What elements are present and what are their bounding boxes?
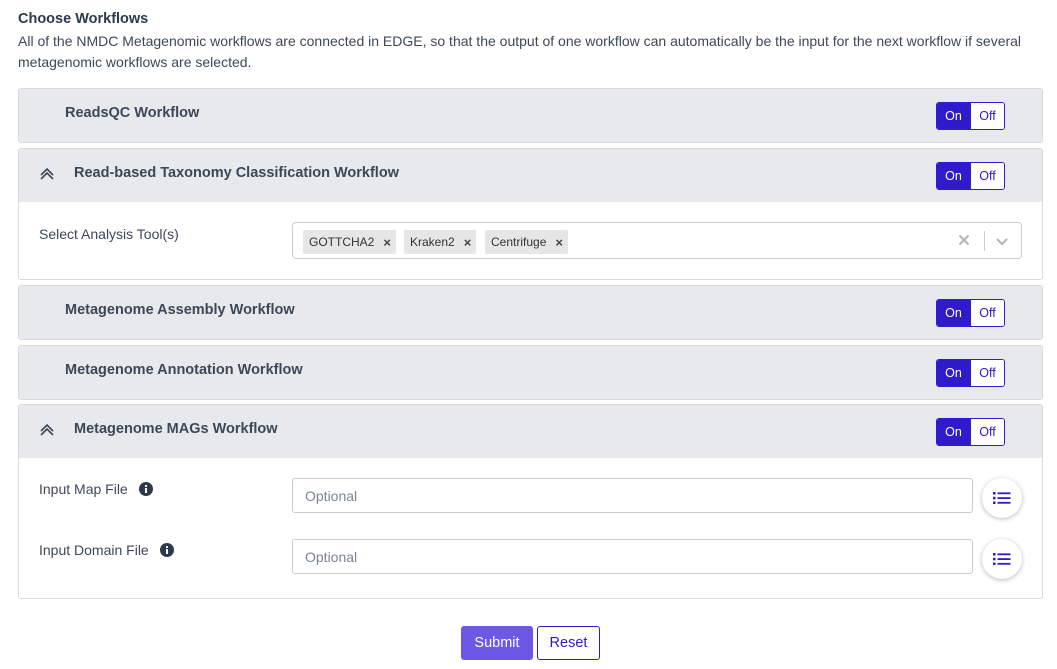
mags-title: Metagenome MAGs Workflow xyxy=(74,421,278,437)
annotation-on-button[interactable]: On xyxy=(937,360,970,386)
readsqc-title: ReadsQC Workflow xyxy=(65,105,200,121)
input-map-file-field[interactable] xyxy=(292,478,973,513)
remove-chip-icon[interactable]: × xyxy=(550,235,568,250)
assembly-header[interactable]: Metagenome Assembly Workflow On Off xyxy=(19,286,1042,339)
remove-chip-icon[interactable]: × xyxy=(378,235,396,250)
tool-chip-gottcha2: GOTTCHA2 × xyxy=(303,230,396,254)
reset-button[interactable]: Reset xyxy=(537,626,600,660)
readsqc-header[interactable]: ReadsQC Workflow On Off xyxy=(19,89,1042,142)
assembly-toggle: On Off xyxy=(936,299,1005,327)
chip-label: Kraken2 xyxy=(410,235,455,249)
taxonomy-header[interactable]: Read-based Taxonomy Classification Workf… xyxy=(19,149,1042,202)
annotation-card: Metagenome Annotation Workflow On Off xyxy=(18,345,1043,400)
readsqc-card: ReadsQC Workflow On Off xyxy=(18,88,1043,143)
analysis-tools-label: Select Analysis Tool(s) xyxy=(39,226,179,242)
info-icon[interactable] xyxy=(138,482,153,496)
input-domain-file-label-text: Input Domain File xyxy=(39,542,149,558)
readsqc-off-button[interactable]: Off xyxy=(970,103,1004,129)
chip-label: Centrifuge xyxy=(491,235,547,249)
taxonomy-title: Read-based Taxonomy Classification Workf… xyxy=(74,165,399,181)
mags-header[interactable]: Metagenome MAGs Workflow On Off xyxy=(19,405,1042,458)
taxonomy-toggle: On Off xyxy=(936,162,1005,190)
mags-on-button[interactable]: On xyxy=(937,419,970,445)
chip-label: GOTTCHA2 xyxy=(309,235,375,249)
assembly-card: Metagenome Assembly Workflow On Off xyxy=(18,285,1043,340)
taxonomy-off-button[interactable]: Off xyxy=(970,163,1004,189)
input-domain-file-label: Input Domain File xyxy=(39,542,174,558)
submit-button[interactable]: Submit xyxy=(461,626,533,660)
input-domain-file-field[interactable] xyxy=(292,539,973,574)
input-map-file-label: Input Map File xyxy=(39,481,153,497)
domain-file-browse-button[interactable] xyxy=(982,539,1022,579)
taxonomy-on-button[interactable]: On xyxy=(937,163,970,189)
mags-card: Metagenome MAGs Workflow On Off Input Ma… xyxy=(18,404,1043,599)
assembly-off-button[interactable]: Off xyxy=(970,300,1004,326)
annotation-toggle: On Off xyxy=(936,359,1005,387)
assembly-title: Metagenome Assembly Workflow xyxy=(65,302,295,318)
section-title: Choose Workflows xyxy=(18,11,149,27)
assembly-on-button[interactable]: On xyxy=(937,300,970,326)
remove-chip-icon[interactable]: × xyxy=(459,235,477,250)
map-file-browse-button[interactable] xyxy=(982,478,1022,518)
chevron-up-icon[interactable] xyxy=(39,422,55,436)
mags-toggle: On Off xyxy=(936,418,1005,446)
close-icon[interactable] xyxy=(955,231,973,249)
readsqc-toggle: On Off xyxy=(936,102,1005,130)
mags-off-button[interactable]: Off xyxy=(970,419,1004,445)
tool-chip-kraken2: Kraken2 × xyxy=(404,230,477,254)
tool-chip-centrifuge: Centrifuge × xyxy=(485,230,568,254)
list-icon xyxy=(993,553,1011,565)
taxonomy-card: Read-based Taxonomy Classification Workf… xyxy=(18,148,1043,280)
select-separator xyxy=(984,231,985,251)
input-map-file-label-text: Input Map File xyxy=(39,481,128,497)
readsqc-on-button[interactable]: On xyxy=(937,103,970,129)
info-icon[interactable] xyxy=(159,543,174,557)
chevron-up-icon[interactable] xyxy=(39,166,55,180)
annotation-header[interactable]: Metagenome Annotation Workflow On Off xyxy=(19,346,1042,399)
chevron-down-icon[interactable] xyxy=(993,232,1011,250)
list-icon xyxy=(993,492,1011,504)
analysis-tools-select[interactable]: GOTTCHA2 × Kraken2 × Centrifuge × xyxy=(292,222,1022,259)
section-description: All of the NMDC Metagenomic workflows ar… xyxy=(18,33,1022,70)
annotation-off-button[interactable]: Off xyxy=(970,360,1004,386)
annotation-title: Metagenome Annotation Workflow xyxy=(65,362,303,378)
